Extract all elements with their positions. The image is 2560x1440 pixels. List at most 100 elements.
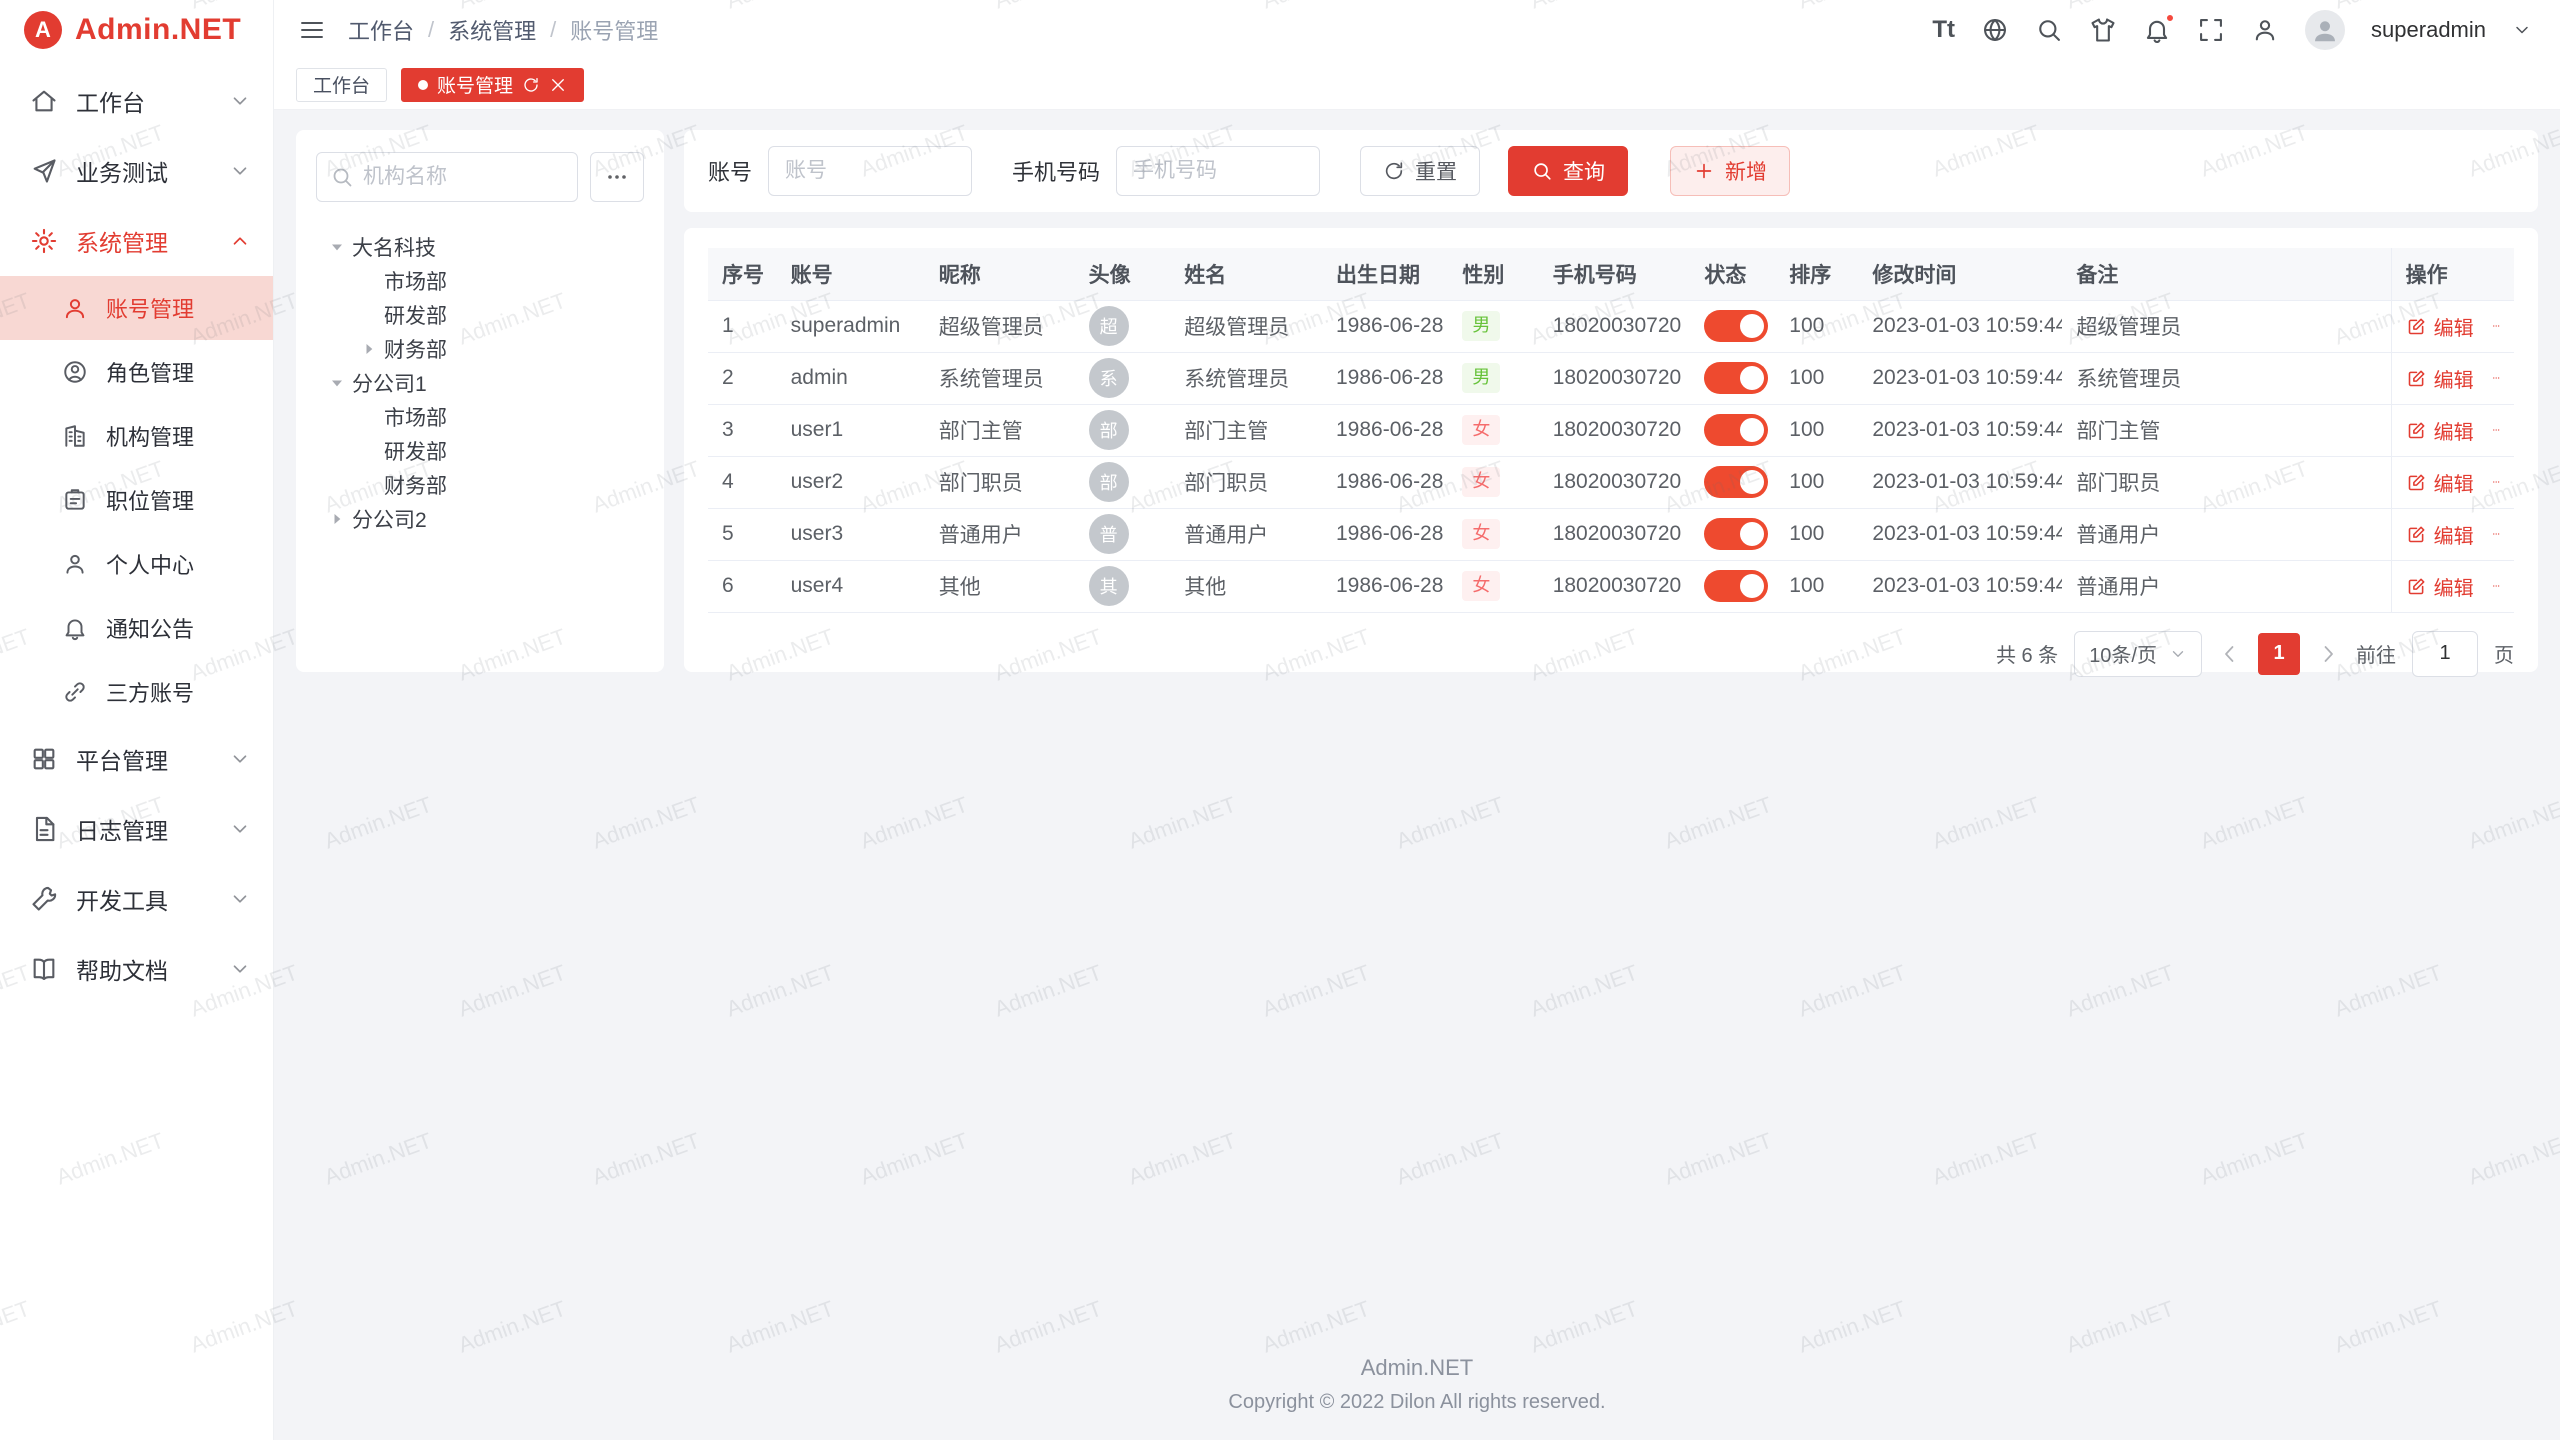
sidebar-item-gear[interactable]: 系统管理 xyxy=(0,206,273,276)
globe-icon[interactable] xyxy=(1981,16,2009,44)
org-tree: 大名科技市场部研发部财务部分公司1市场部研发部财务部分公司2 xyxy=(316,230,644,536)
edit-button[interactable]: 编辑 xyxy=(2406,468,2474,497)
sidebar-subitem-user[interactable]: 账号管理 xyxy=(0,276,273,340)
goto-page-input[interactable] xyxy=(2412,631,2478,677)
sidebar-item-log[interactable]: 日志管理 xyxy=(0,794,273,864)
tree-node[interactable]: 研发部 xyxy=(316,434,644,468)
prev-page-icon[interactable] xyxy=(2218,642,2242,666)
tree-caret-right-icon[interactable] xyxy=(354,339,384,359)
sidebar-subitem-position[interactable]: 职位管理 xyxy=(0,468,273,532)
column-header: 账号 xyxy=(777,248,925,300)
sidebar-subitem-org[interactable]: 机构管理 xyxy=(0,404,273,468)
tab-account-management[interactable]: 账号管理 xyxy=(401,68,584,102)
row-actions: 编辑 xyxy=(2406,520,2500,549)
status-toggle[interactable] xyxy=(1704,570,1768,602)
cell-avatar: 普 xyxy=(1075,508,1171,560)
row-more-icon[interactable] xyxy=(2492,469,2500,495)
account-settings-icon[interactable] xyxy=(2251,16,2279,44)
cell-nickname: 部门主管 xyxy=(925,404,1075,456)
sidebar-item-tools[interactable]: 开发工具 xyxy=(0,864,273,934)
cell-operations: 编辑 xyxy=(2391,300,2514,352)
reset-label: 重置 xyxy=(1415,156,1457,186)
gender-badge: 男 xyxy=(1462,363,1500,392)
reset-button[interactable]: 重置 xyxy=(1360,146,1480,196)
edit-button[interactable]: 编辑 xyxy=(2406,364,2474,393)
cell-remark: 普通用户 xyxy=(2062,560,2391,612)
cell-name: 普通用户 xyxy=(1170,508,1322,560)
theme-icon[interactable] xyxy=(2089,16,2117,44)
sidebar-item-docs[interactable]: 帮助文档 xyxy=(0,934,273,1004)
edit-button[interactable]: 编辑 xyxy=(2406,312,2474,341)
breadcrumb-item-workbench[interactable]: 工作台 xyxy=(348,14,414,46)
cell-phone: 18020030720 xyxy=(1539,508,1691,560)
tree-caret-right-icon[interactable] xyxy=(322,509,352,529)
row-more-icon[interactable] xyxy=(2492,417,2500,443)
avatar[interactable] xyxy=(2305,10,2345,50)
search-button[interactable]: 查询 xyxy=(1508,146,1628,196)
row-avatar: 部 xyxy=(1089,462,1129,502)
notification-badge xyxy=(2165,13,2175,23)
page-number-1[interactable]: 1 xyxy=(2258,633,2300,675)
sidebar-subitem-role[interactable]: 角色管理 xyxy=(0,340,273,404)
notification-icon[interactable] xyxy=(2143,16,2171,44)
tab-workbench[interactable]: 工作台 xyxy=(296,68,387,102)
sidebar-item-home[interactable]: 工作台 xyxy=(0,66,273,136)
status-toggle[interactable] xyxy=(1704,466,1768,498)
row-more-icon[interactable] xyxy=(2492,521,2500,547)
tree-node[interactable]: 研发部 xyxy=(316,298,644,332)
org-search-input[interactable] xyxy=(316,152,578,202)
row-more-icon[interactable] xyxy=(2492,573,2500,599)
status-toggle[interactable] xyxy=(1704,414,1768,446)
tab-refresh-icon[interactable] xyxy=(522,76,540,94)
tree-node[interactable]: 分公司2 xyxy=(316,502,644,536)
sidebar-subitem-bell[interactable]: 通知公告 xyxy=(0,596,273,660)
tree-caret-spacer xyxy=(354,475,384,495)
edit-button[interactable]: 编辑 xyxy=(2406,572,2474,601)
sidebar-item-platform[interactable]: 平台管理 xyxy=(0,724,273,794)
status-toggle[interactable] xyxy=(1704,310,1768,342)
tree-caret-down-icon[interactable] xyxy=(322,373,352,393)
status-toggle[interactable] xyxy=(1704,362,1768,394)
table-card: 序号账号昵称头像姓名出生日期性别手机号码状态排序修改时间备注操作 1supera… xyxy=(684,228,2538,672)
tab-close-icon[interactable] xyxy=(549,76,567,94)
tree-node[interactable]: 市场部 xyxy=(316,264,644,298)
user-menu-chevron-icon[interactable] xyxy=(2512,20,2532,40)
cell-index: 5 xyxy=(708,508,777,560)
docs-icon xyxy=(30,955,58,983)
sidebar-subitem-third[interactable]: 三方账号 xyxy=(0,660,273,724)
sidebar-item-test[interactable]: 业务测试 xyxy=(0,136,273,206)
breadcrumb-item-system[interactable]: 系统管理 xyxy=(448,14,536,46)
account-input[interactable] xyxy=(768,146,972,196)
status-toggle[interactable] xyxy=(1704,518,1768,550)
row-more-icon[interactable] xyxy=(2492,365,2500,391)
tree-caret-down-icon[interactable] xyxy=(322,237,352,257)
search-icon[interactable] xyxy=(2035,16,2063,44)
next-page-icon[interactable] xyxy=(2316,642,2340,666)
tree-node[interactable]: 分公司1 xyxy=(316,366,644,400)
tree-node[interactable]: 大名科技 xyxy=(316,230,644,264)
edit-icon xyxy=(2406,368,2427,389)
tree-node[interactable]: 市场部 xyxy=(316,400,644,434)
add-button[interactable]: 新增 xyxy=(1670,146,1790,196)
tree-node-label: 财务部 xyxy=(384,470,447,500)
org-more-button[interactable] xyxy=(590,152,644,202)
sidebar-subitem-profile[interactable]: 个人中心 xyxy=(0,532,273,596)
cell-sort: 100 xyxy=(1775,508,1858,560)
logo[interactable]: A Admin.NET xyxy=(0,0,273,60)
tree-node[interactable]: 财务部 xyxy=(316,332,644,366)
tree-node[interactable]: 财务部 xyxy=(316,468,644,502)
tree-node-label: 分公司2 xyxy=(352,504,427,534)
fullscreen-icon[interactable] xyxy=(2197,16,2225,44)
edit-label: 编辑 xyxy=(2434,364,2474,393)
menu-collapse-icon[interactable] xyxy=(298,16,326,44)
row-more-icon[interactable] xyxy=(2492,313,2500,339)
cell-birthdate: 1986-06-28 xyxy=(1322,560,1448,612)
page-size-select[interactable]: 10条/页 xyxy=(2074,631,2202,677)
edit-button[interactable]: 编辑 xyxy=(2406,416,2474,445)
edit-button[interactable]: 编辑 xyxy=(2406,520,2474,549)
font-size-icon[interactable]: Tt xyxy=(1932,18,1955,42)
edit-label: 编辑 xyxy=(2434,416,2474,445)
phone-input[interactable] xyxy=(1116,146,1320,196)
username[interactable]: superadmin xyxy=(2371,17,2486,43)
tree-node-label: 财务部 xyxy=(384,334,447,364)
